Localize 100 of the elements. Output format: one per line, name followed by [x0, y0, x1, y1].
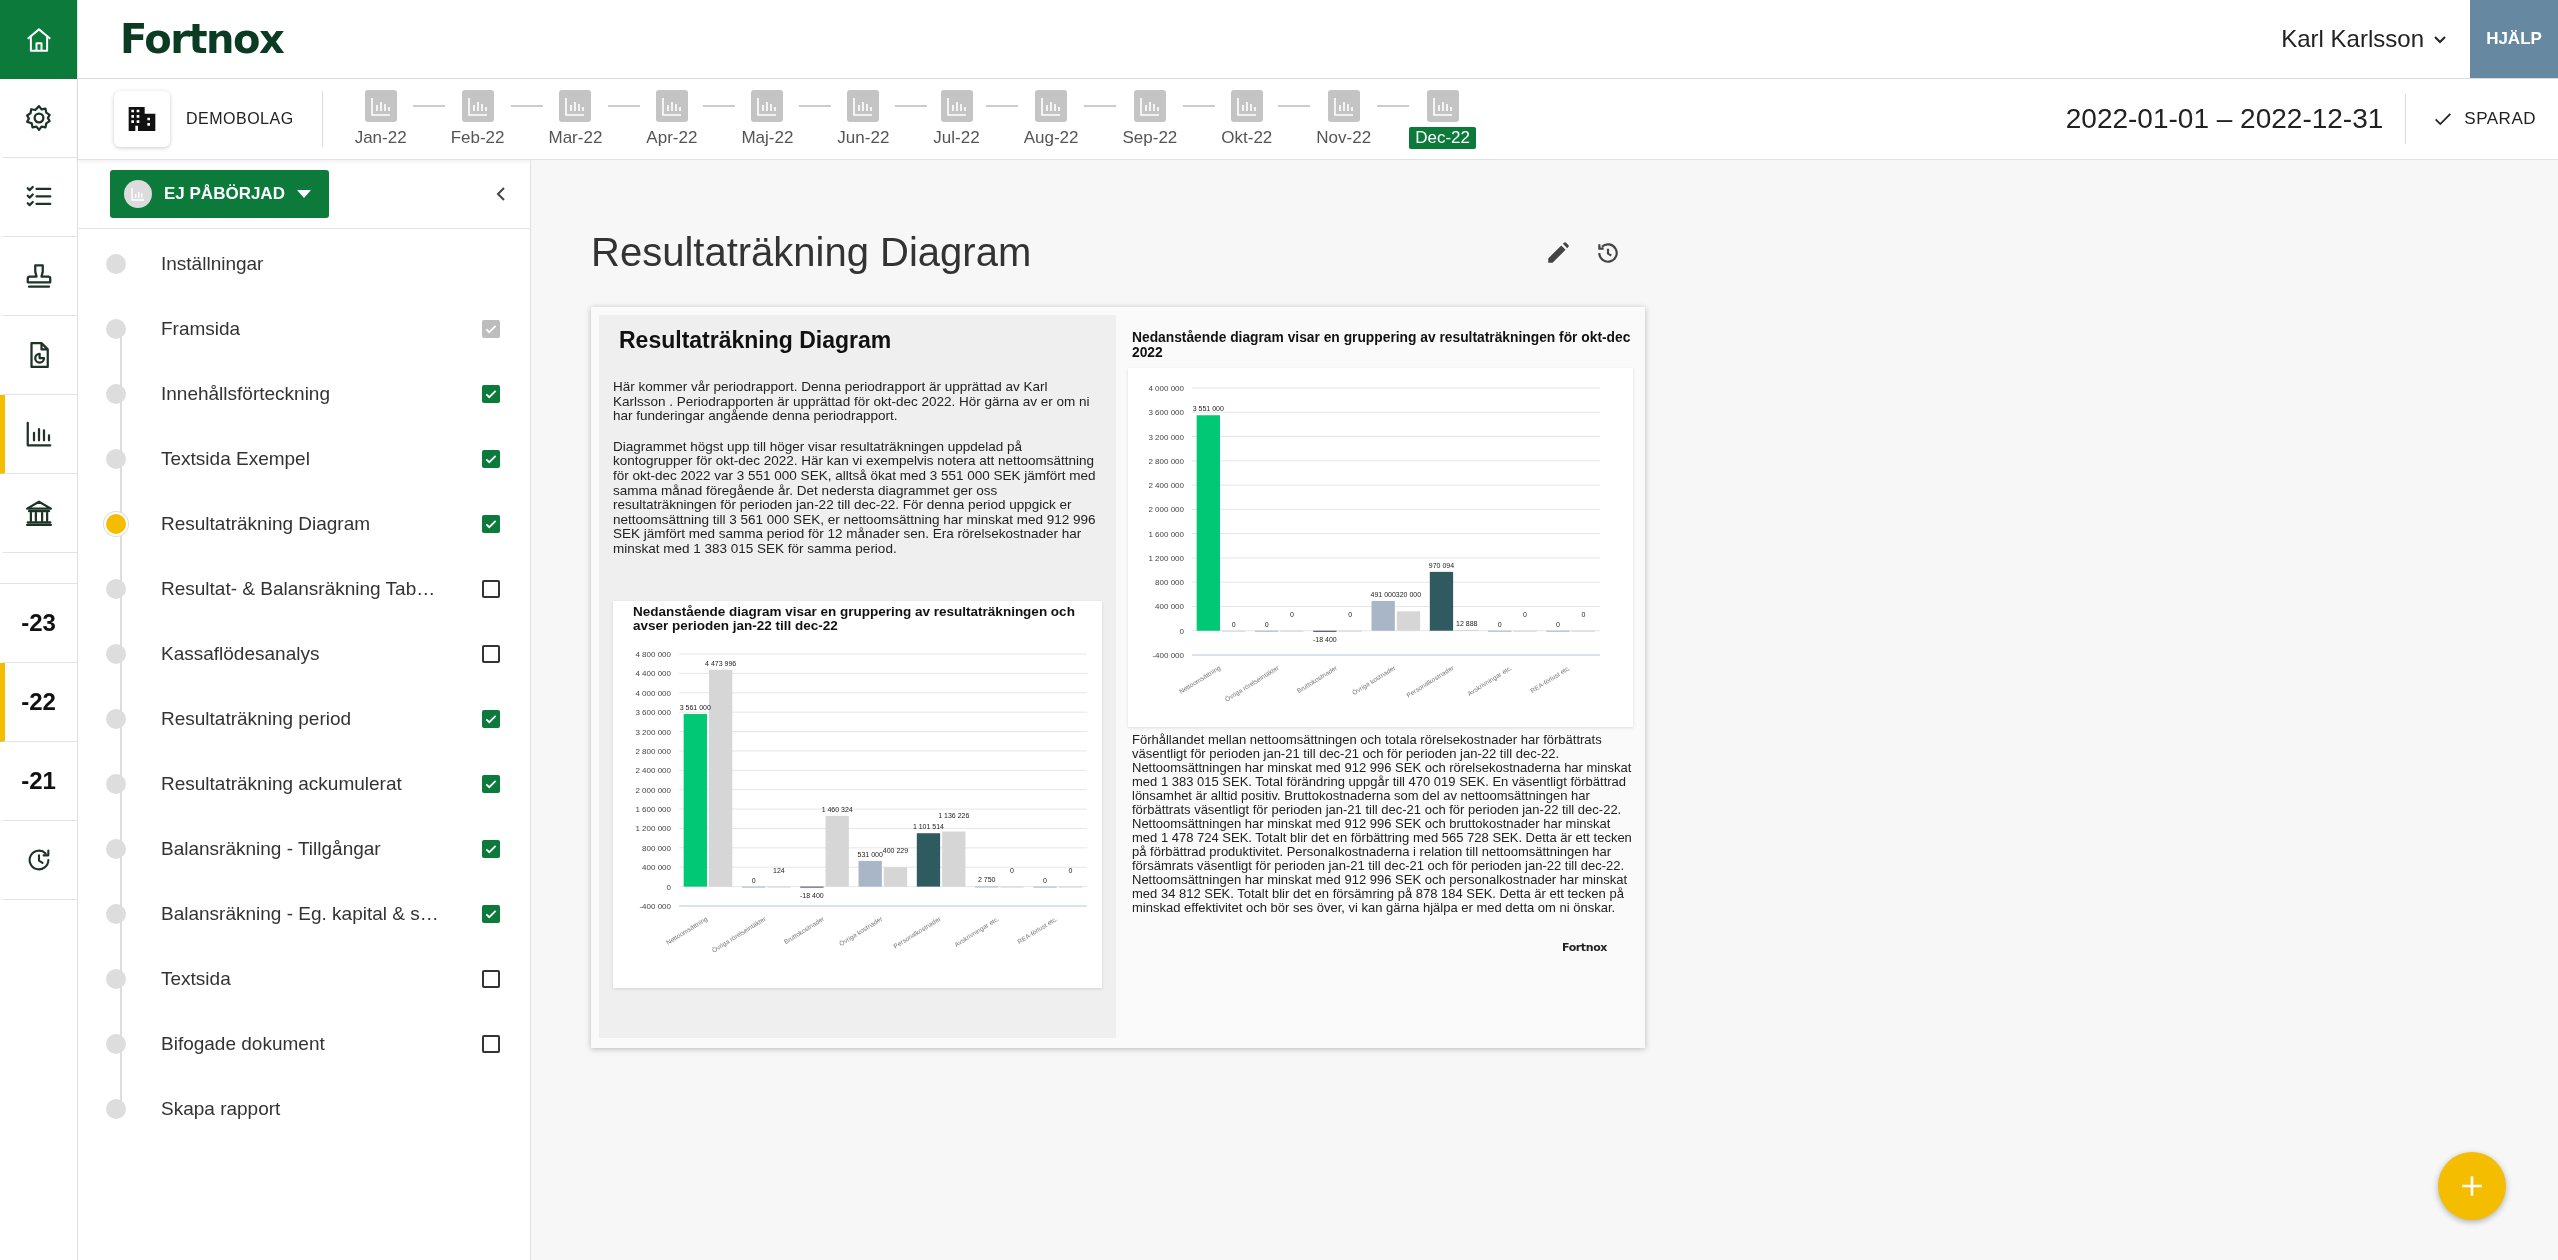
checkbox[interactable] [482, 1034, 500, 1053]
month-tab[interactable]: Jan-22 [348, 89, 413, 149]
pencil-icon [1545, 239, 1571, 266]
report-icon [364, 89, 397, 122]
month-tab[interactable]: Feb-22 [444, 89, 511, 149]
year-tab[interactable]: -22 [0, 663, 77, 742]
status-dropdown[interactable]: EJ PÅBÖRJAD [110, 170, 329, 218]
axis-tick-label: 1 200 000 [635, 824, 671, 833]
axis-tick-label: -400 000 [639, 901, 671, 911]
checkbox[interactable] [482, 514, 500, 533]
report-icon [461, 89, 494, 122]
report-icon [1327, 89, 1360, 122]
sidebar-item[interactable]: Resultaträkning period [161, 707, 482, 730]
report-icon [655, 89, 688, 122]
axis-tick-label: 2 400 000 [635, 765, 671, 775]
gear-icon [23, 103, 54, 133]
bank-icon [23, 498, 54, 528]
month-tab[interactable]: Jun-22 [831, 89, 896, 149]
axis-tick-label: 4 000 000 [1148, 384, 1184, 393]
chart-bar [916, 832, 941, 887]
axis-tick-label: -400 000 [1152, 651, 1184, 660]
axis-tick-label: 400 000 [642, 862, 671, 872]
chart-title: Nedanstående diagram visar en gruppering av resultaträkningen och avser perioden jan-22 till dec-22 [633, 604, 1076, 634]
sidebar-item[interactable]: Textsida [161, 967, 482, 990]
sidebar-item[interactable]: Kassaflödesanalys [161, 642, 482, 665]
paragraph: Förhållandet mellan nettoomsättningen och totala rörelsekostnader har förbättrats väsentligt för perioden jan-21 till dec-21 och för perioden jan-22 till dec-22. Nettoomsättningen har minskat med 912 996 SEK och rörelsekostnaderna har minskat med 1 383 015 SEK. Total förändring uppgår till 470 019 SEK. En väsentligt förbättrad lönsamhet är alltid positiv. Bruttokostnaderna som del av nettoomsättningen har förbättrats väsentligt för perioden jan-21 till dec-21 och för perioden jan-22 till dec-22. Nettoomsättningen har minskat med 912 996 SEK och bruttokostnader har minskat med 1 478 724 SEK. Totalt blir det en förbättring med 565 728 SEK. Detta är ett tecken på förbättrad produktivitet. Personalkostnaderna i relation till nettoomsättningen har försämrats väsentligt för perioden jan-21 till dec-21 och för perioden jan-22 till dec-22. Nettoomsättningen har minskat med 912 996 SEK och personalkostnader har minskat med 34 812 SEK. Totalt blir det en försämring på 878 184 SEK. Detta är ett tecken på minskad effektivitet och bör ses över, vi kan gärna hjälpa er med detta om ni önskar. [1132, 733, 1633, 915]
axis-tick-label: 4 400 000 [635, 668, 671, 678]
caret-icon [296, 190, 311, 198]
collapse-icon[interactable] [494, 185, 508, 203]
chart-icon [129, 185, 147, 203]
logo: Fortnox [120, 16, 284, 62]
month-tab[interactable]: Dec-22 [1409, 89, 1476, 149]
checkbox[interactable] [482, 644, 500, 663]
paragraph: Diagrammet högst upp till höger visar resultaträkningen uppdelad på kontogrupper för okt-dec 2022. Här kan vi exempelvis notera att nettoomsättning för okt-dec 2022 var 3 551 000 SEK, alltså ökat med 3 551 000 SEK jämfört med samma månad föregående år. Det nedersta diagrammet ger oss resultaträkningen för perioden jan-22 till dec-22. För denna period uppgick er nettoomsättning till 3 561 000 SEK, er nettoomsättning har minskat med 912 996 SEK jämfört med samma period för 12 månader sen. Era rörelsekostnader har minskat med 1 383 015 SEK för samma period. [613, 439, 1097, 557]
month-tab[interactable]: Apr-22 [640, 89, 704, 149]
sidebar-item[interactable]: Textsida Exempel [161, 447, 482, 470]
month-tab[interactable]: Aug-22 [1017, 89, 1085, 149]
sidebar-item[interactable]: Resultat- & Balansräkning Tab… [161, 577, 482, 600]
month-tab[interactable]: Mar-22 [542, 89, 609, 149]
month-tab[interactable]: Okt-22 [1215, 89, 1279, 149]
home-button[interactable] [0, 0, 77, 79]
report-icon [559, 89, 592, 122]
axis-tick-label: 1 600 000 [635, 804, 671, 814]
axis-tick-label: 2 800 000 [1148, 456, 1184, 466]
report-icon [940, 89, 973, 122]
sidebar-item[interactable]: Balansräkning - Eg. kapital & s… [161, 902, 482, 925]
axis-tick-label: 0 [666, 882, 671, 892]
axis-tick-label: 3 600 000 [1148, 408, 1184, 418]
company-name: DEMOBOLAG [186, 110, 294, 128]
chart-bar [942, 831, 966, 887]
axis-tick-label: 3 200 000 [635, 727, 671, 737]
month-tab[interactable]: Maj-22 [735, 89, 800, 149]
sidebar-item[interactable]: Bifogade dokument [161, 1032, 482, 1055]
axis-tick-label: 2 000 000 [1148, 505, 1184, 515]
axis-tick-label: 0 [1179, 626, 1184, 636]
axis-tick-label: 1 200 000 [1148, 553, 1184, 563]
checkbox[interactable] [482, 774, 500, 793]
help-button[interactable]: HJÄLP [2470, 0, 2558, 78]
axis-tick-label: 800 000 [642, 843, 671, 853]
chart-title: Nedanstående diagram visar en gruppering av resultaträkningen för okt-dec 2022 [1132, 331, 1632, 360]
checkbox[interactable] [482, 709, 500, 728]
checkbox[interactable] [482, 579, 500, 598]
sidebar-item[interactable]: Skapa rapport [161, 1097, 500, 1120]
sidebar-item[interactable]: Resultaträkning ackumulerat [161, 772, 482, 795]
axis-tick-label: 2 800 000 [635, 746, 671, 756]
checkbox[interactable] [482, 839, 500, 858]
chart-bar [883, 866, 908, 887]
axis-tick-label: 1 600 000 [1148, 529, 1184, 539]
report-icon [1133, 89, 1166, 122]
document-heading: Resultaträkning Diagram [619, 327, 893, 354]
page-title: Resultaträkning Diagram [591, 230, 1032, 275]
report-icon [1035, 89, 1068, 122]
checkbox[interactable] [482, 384, 500, 403]
sidebar-item[interactable]: Balansräkning - Tillgångar [161, 837, 482, 860]
plus-icon [2459, 1173, 2485, 1199]
axis-tick-label: 800 000 [1155, 578, 1184, 588]
axis-tick-label: 4 000 000 [635, 688, 671, 698]
checkbox[interactable] [482, 449, 500, 468]
sidebar-item[interactable]: Resultaträkning Diagram [161, 512, 482, 535]
axis-tick-label: 4 800 000 [635, 649, 671, 659]
report-icon [847, 89, 880, 122]
month-tab[interactable]: Nov-22 [1310, 89, 1378, 149]
company-button[interactable] [114, 91, 170, 147]
sidebar-item[interactable]: Inställningar [161, 252, 500, 275]
checkbox[interactable] [482, 904, 500, 923]
axis-tick-label: 400 000 [1155, 602, 1184, 612]
axis-tick-label: 3 600 000 [635, 707, 671, 717]
month-tab[interactable]: Sep-22 [1116, 89, 1184, 149]
checkbox[interactable] [482, 969, 500, 988]
axis-tick-label: 3 200 000 [1148, 432, 1184, 442]
report-icon [1426, 89, 1459, 122]
sidebar-item[interactable]: Innehållsförteckning [161, 382, 482, 405]
footer-logo: Fortnox [1562, 941, 1607, 954]
user-menu[interactable]: Karl Karlsson [2275, 24, 2454, 54]
period-range: 2022-01-01 – 2022-12-31 [2065, 94, 2407, 144]
month-tab[interactable]: Jul-22 [927, 89, 986, 149]
axis-tick-label: 2 400 000 [1148, 481, 1184, 491]
chart-bar [858, 860, 882, 887]
paragraph: Här kommer vår periodrapport. Denna periodrapport är upprättad av Karl Karlsson . Periodrapporten är upprättad för okt-dec 2022. Hör gärna av er om ni har funderingar angående denna periodrapport. [613, 380, 1091, 424]
report-icon [751, 89, 784, 122]
